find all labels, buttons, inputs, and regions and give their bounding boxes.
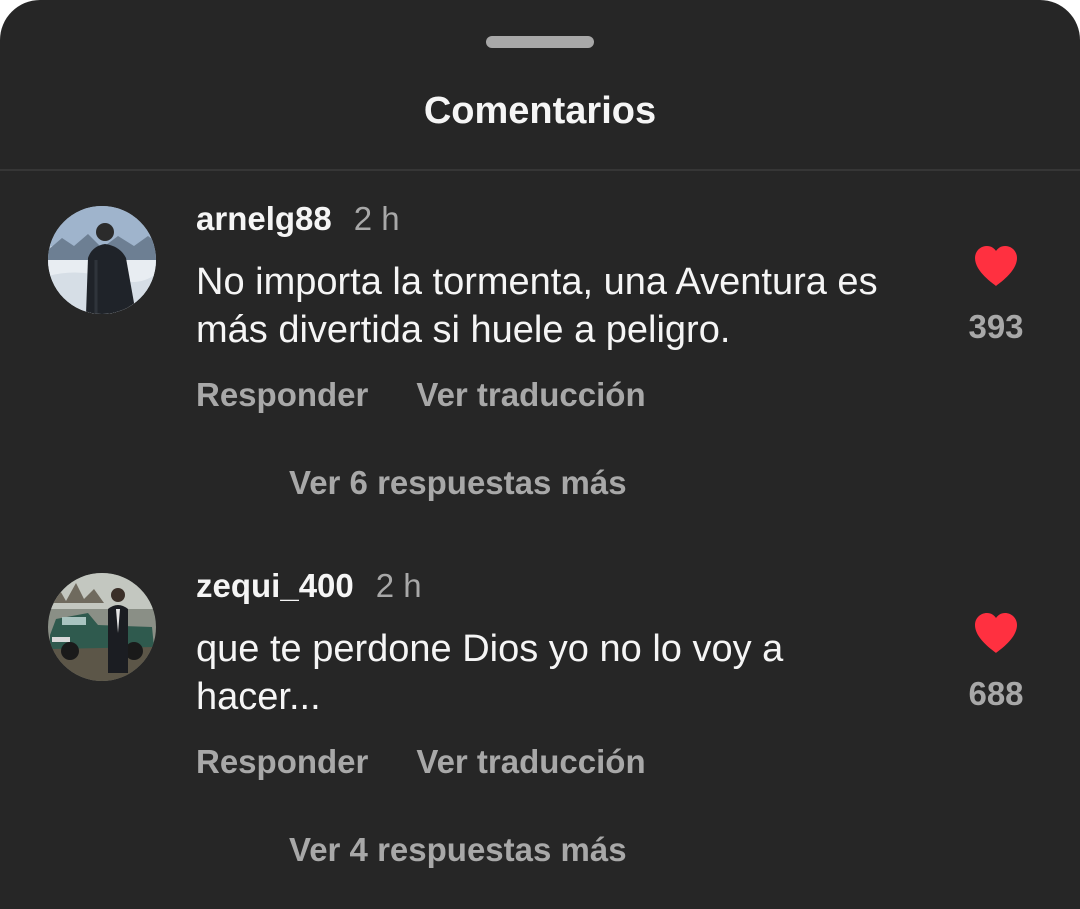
reply-button[interactable]: Responder: [196, 376, 368, 414]
avatar[interactable]: [48, 206, 156, 314]
like-section: 393: [956, 244, 1036, 346]
comment-header: arnelg88 2 h: [196, 200, 400, 244]
comment-item: zequi_400 2 h que te perdone Dios yo no …: [0, 539, 1080, 879]
like-count: 688: [968, 675, 1024, 712]
heart-icon[interactable]: [972, 611, 1020, 655]
comment-actions: Responder Ver traducción: [196, 743, 646, 781]
comment-item: arnelg88 2 h No importa la tormenta, una…: [0, 172, 1080, 512]
user-avatar-snow-icon: [48, 206, 156, 314]
view-more-replies-button[interactable]: Ver 4 respuestas más: [289, 831, 627, 869]
username[interactable]: arnelg88: [196, 200, 332, 238]
reply-button[interactable]: Responder: [196, 743, 368, 781]
comment-text: que te perdone Dios yo no lo voy a hacer…: [196, 628, 784, 718]
heart-icon[interactable]: [972, 244, 1020, 288]
see-translation-button[interactable]: Ver traducción: [416, 743, 645, 781]
like-section: 688: [956, 611, 1036, 713]
avatar[interactable]: [48, 573, 156, 681]
timestamp: 2 h: [375, 567, 422, 604]
header-divider: [0, 169, 1080, 171]
username[interactable]: zequi_400: [196, 567, 354, 605]
user-avatar-car-icon: [48, 573, 156, 681]
see-translation-button[interactable]: Ver traducción: [416, 376, 645, 414]
drag-handle[interactable]: [486, 36, 594, 48]
comment-header: zequi_400 2 h: [196, 567, 422, 611]
view-more-replies-button[interactable]: Ver 6 respuestas más: [289, 464, 627, 502]
sheet-title: Comentarios: [423, 90, 657, 132]
like-count: 393: [968, 308, 1024, 345]
comment-text: No importa la tormenta, una Aventura es …: [196, 261, 878, 351]
comment-actions: Responder Ver traducción: [196, 376, 646, 414]
timestamp: 2 h: [353, 200, 400, 237]
comments-sheet: Comentarios arnelg88 2 h No importa la t…: [0, 0, 1080, 909]
